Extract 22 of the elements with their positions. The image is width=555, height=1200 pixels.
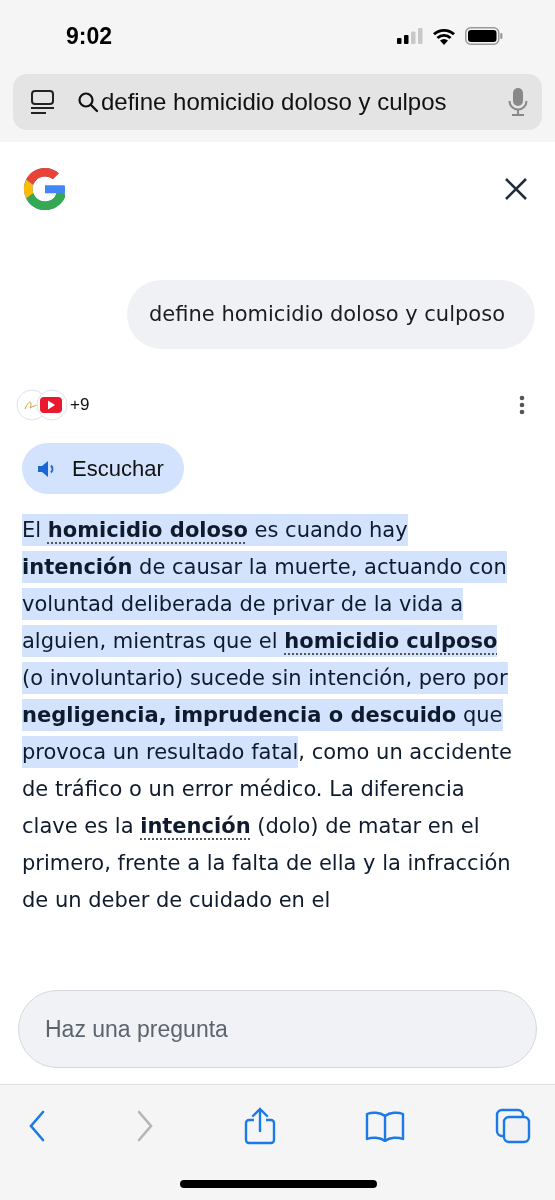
search-query: define homicidio doloso y culpos (101, 88, 448, 116)
microphone-icon[interactable] (508, 87, 528, 117)
source-logos-icon[interactable] (16, 389, 68, 421)
source-count[interactable]: +9 (70, 395, 90, 415)
question-field[interactable]: Haz una pregunta (18, 990, 537, 1068)
share-icon[interactable] (243, 1107, 276, 1145)
answer-text: El homicidio doloso es cuando hay intención de causar la muerte, actuando con voluntad deliberada de privar de la vida a alguien, mientras que el homicidio culposo (o involuntario) sucede sin intención, pero por negligencia, imprudencia o descuido que provoca un resultado fatal, como un accidente de tráfico o un error médico. La diferencia clave es la intención (dolo) de matar en el primero, frente a la falta de ella y la infracción de un deber de cuidado en el (22, 512, 522, 919)
wifi-icon (432, 27, 456, 45)
reader-icon[interactable] (29, 88, 57, 116)
google-logo-icon (22, 166, 68, 212)
tabs-icon[interactable] (495, 1108, 531, 1144)
more-options-icon[interactable] (519, 395, 525, 415)
listen-button[interactable]: Escuchar (22, 443, 184, 494)
status-time: 9:02 (66, 22, 113, 50)
close-icon[interactable] (503, 176, 529, 202)
user-message: define homicidio doloso y culposo (127, 280, 535, 349)
back-icon[interactable] (28, 1110, 46, 1142)
battery-icon (465, 27, 503, 45)
address-bar[interactable]: define homicidio doloso y culpos (13, 74, 542, 130)
book-icon[interactable] (365, 1110, 406, 1142)
search-icon (77, 91, 99, 113)
signal-icon (397, 28, 423, 44)
